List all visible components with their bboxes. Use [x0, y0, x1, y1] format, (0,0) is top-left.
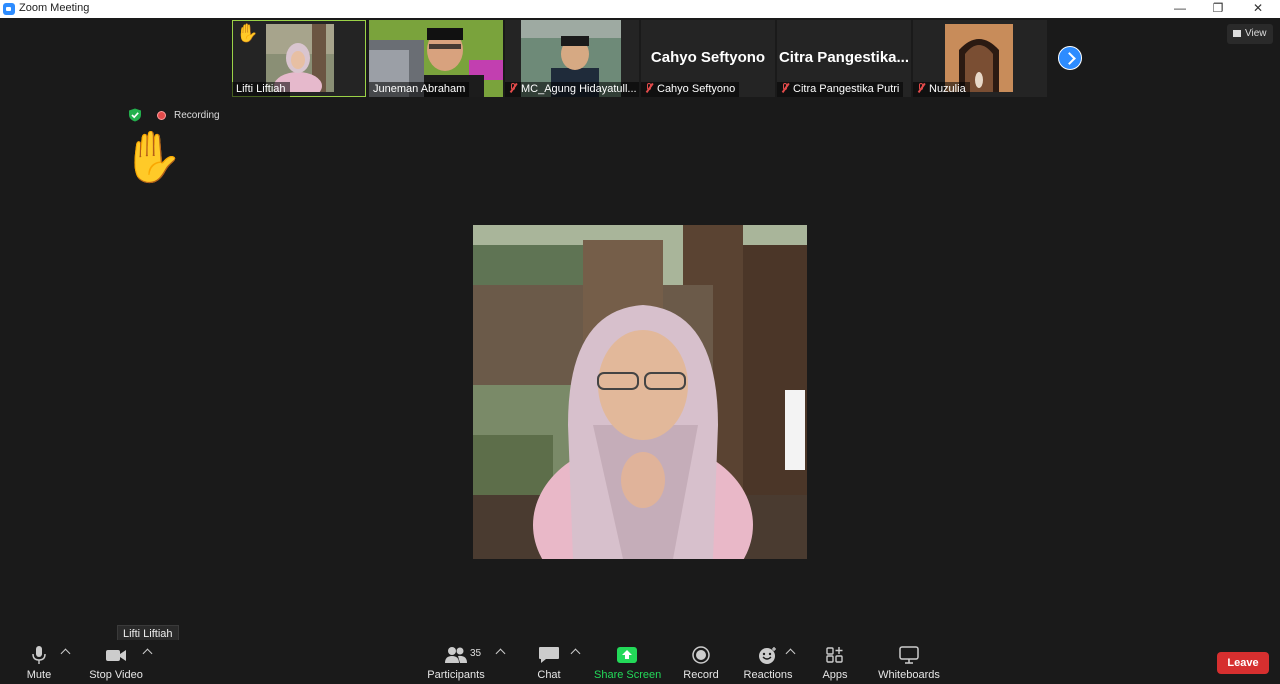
- restore-button[interactable]: ❐: [1198, 0, 1238, 18]
- participant-name: Juneman Abraham: [369, 82, 470, 97]
- view-button[interactable]: View: [1227, 24, 1273, 44]
- window-title: Zoom Meeting: [19, 2, 90, 14]
- participant-tile[interactable]: Juneman Abraham: [369, 20, 503, 97]
- participant-name: Cahyo Seftyono: [641, 82, 740, 97]
- participants-options-chevron-icon[interactable]: [495, 648, 506, 659]
- participant-name: Citra Pangestika Putri: [777, 82, 904, 97]
- audio-options-chevron-icon[interactable]: [60, 648, 71, 659]
- leave-button[interactable]: Leave: [1217, 652, 1269, 674]
- participant-tile[interactable]: Nuzulia: [913, 20, 1047, 97]
- participants-button[interactable]: 35 Participants: [426, 640, 486, 684]
- share-screen-button[interactable]: Share Screen: [594, 640, 661, 684]
- participant-tile[interactable]: MC_Agung Hidayatull...: [505, 20, 639, 97]
- grid-view-icon: [1233, 30, 1241, 37]
- minimize-button[interactable]: —: [1160, 0, 1200, 18]
- chat-button[interactable]: Chat: [530, 640, 568, 684]
- mic-muted-icon: [509, 83, 517, 93]
- raised-hand-icon: ✋: [121, 129, 184, 185]
- participant-tile[interactable]: Citra Pangestika... Citra Pangestika Put…: [777, 20, 911, 97]
- record-button[interactable]: Record: [680, 640, 722, 684]
- chat-bubble-icon: [539, 647, 559, 663]
- shield-check-icon[interactable]: [128, 108, 142, 122]
- stop-video-button[interactable]: Stop Video: [88, 640, 144, 684]
- participant-name: Lifti Liftiah: [232, 82, 290, 97]
- participant-display-name: Citra Pangestika...: [778, 49, 910, 66]
- video-camera-icon: [106, 650, 126, 661]
- apps-button[interactable]: Apps: [818, 640, 852, 684]
- participant-tile[interactable]: Cahyo Seftyono Cahyo Seftyono: [641, 20, 775, 97]
- participant-name: Nuzulia: [913, 82, 970, 97]
- mic-muted-icon: [917, 83, 925, 93]
- meeting-toolbar: Mute Stop Video 35 Participants Chat Sha…: [0, 640, 1280, 684]
- mic-muted-icon: [781, 83, 789, 93]
- reactions-smiley-icon: [759, 647, 776, 664]
- record-icon: [692, 646, 710, 664]
- participant-display-name: Cahyo Seftyono: [650, 49, 766, 66]
- apps-icon: [826, 647, 843, 663]
- participant-name: MC_Agung Hidayatull...: [505, 82, 639, 97]
- participant-count: 35: [470, 648, 482, 659]
- participants-icon: [445, 647, 467, 663]
- mute-button[interactable]: Mute: [18, 640, 60, 684]
- raised-hand-icon: ✋: [236, 23, 259, 43]
- reactions-button[interactable]: Reactions: [743, 640, 793, 684]
- active-speaker-video: [473, 225, 807, 559]
- whiteboard-icon: [899, 646, 919, 664]
- title-bar: Zoom Meeting — ❐ ✕: [0, 0, 1280, 18]
- mic-muted-icon: [645, 83, 653, 93]
- share-screen-arrow-icon: [617, 647, 637, 663]
- next-page-arrow-icon[interactable]: [1058, 46, 1082, 70]
- whiteboards-button[interactable]: Whiteboards: [876, 640, 942, 684]
- microphone-icon: [32, 646, 46, 664]
- chat-options-chevron-icon[interactable]: [570, 648, 581, 659]
- recording-label: Recording: [174, 110, 220, 121]
- participant-tile[interactable]: ✋ Lifti Liftiah: [232, 20, 366, 97]
- close-window-button[interactable]: ✕: [1238, 0, 1278, 18]
- zoom-logo-icon: [3, 3, 15, 15]
- video-options-chevron-icon[interactable]: [142, 648, 153, 659]
- recording-indicator-icon: [157, 111, 166, 120]
